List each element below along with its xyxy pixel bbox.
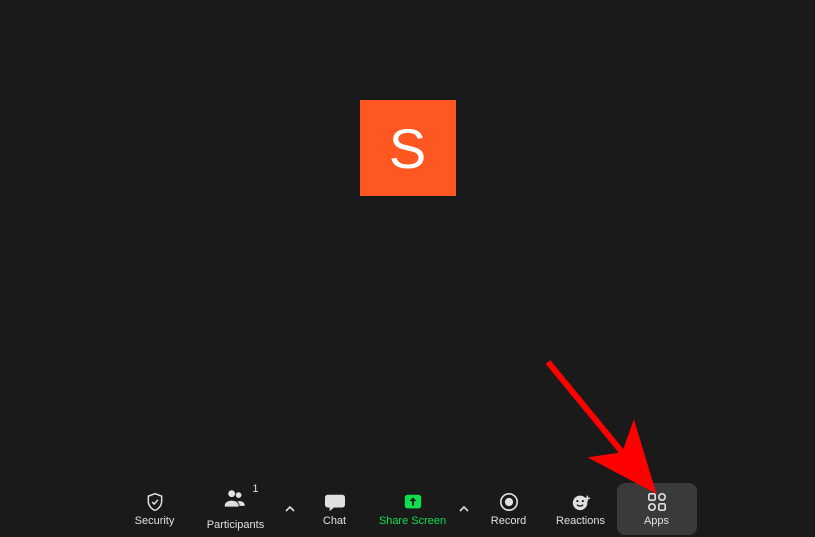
participants-icon: 1 (223, 487, 249, 509)
chat-label: Chat (323, 515, 346, 527)
apps-button[interactable]: Apps (617, 483, 697, 535)
reactions-button[interactable]: Reactions (545, 483, 617, 535)
participants-button[interactable]: 1 Participants (191, 483, 281, 535)
chat-button[interactable]: Chat (299, 483, 371, 535)
share-screen-options-caret[interactable] (455, 494, 473, 524)
security-label: Security (135, 515, 175, 527)
toolbar-inner: Security 1 Participants Chat Share Scree… (119, 483, 697, 535)
participants-options-caret[interactable] (281, 494, 299, 524)
avatar-letter: S (389, 116, 426, 181)
reactions-label: Reactions (556, 515, 605, 527)
apps-icon (647, 491, 667, 513)
participant-count: 1 (252, 483, 258, 495)
share-screen-button[interactable]: Share Screen (371, 483, 455, 535)
share-screen-label: Share Screen (379, 515, 446, 527)
apps-label: Apps (644, 515, 669, 527)
record-label: Record (491, 515, 526, 527)
participants-label: Participants (207, 519, 264, 531)
security-button[interactable]: Security (119, 483, 191, 535)
chat-icon (324, 491, 346, 513)
shield-icon (145, 491, 165, 513)
share-screen-icon (402, 491, 424, 513)
video-area: S (0, 0, 815, 481)
meeting-toolbar: Security 1 Participants Chat Share Scree… (0, 481, 815, 537)
participant-avatar: S (360, 100, 456, 196)
reactions-icon (570, 491, 592, 513)
record-icon (499, 491, 519, 513)
record-button[interactable]: Record (473, 483, 545, 535)
